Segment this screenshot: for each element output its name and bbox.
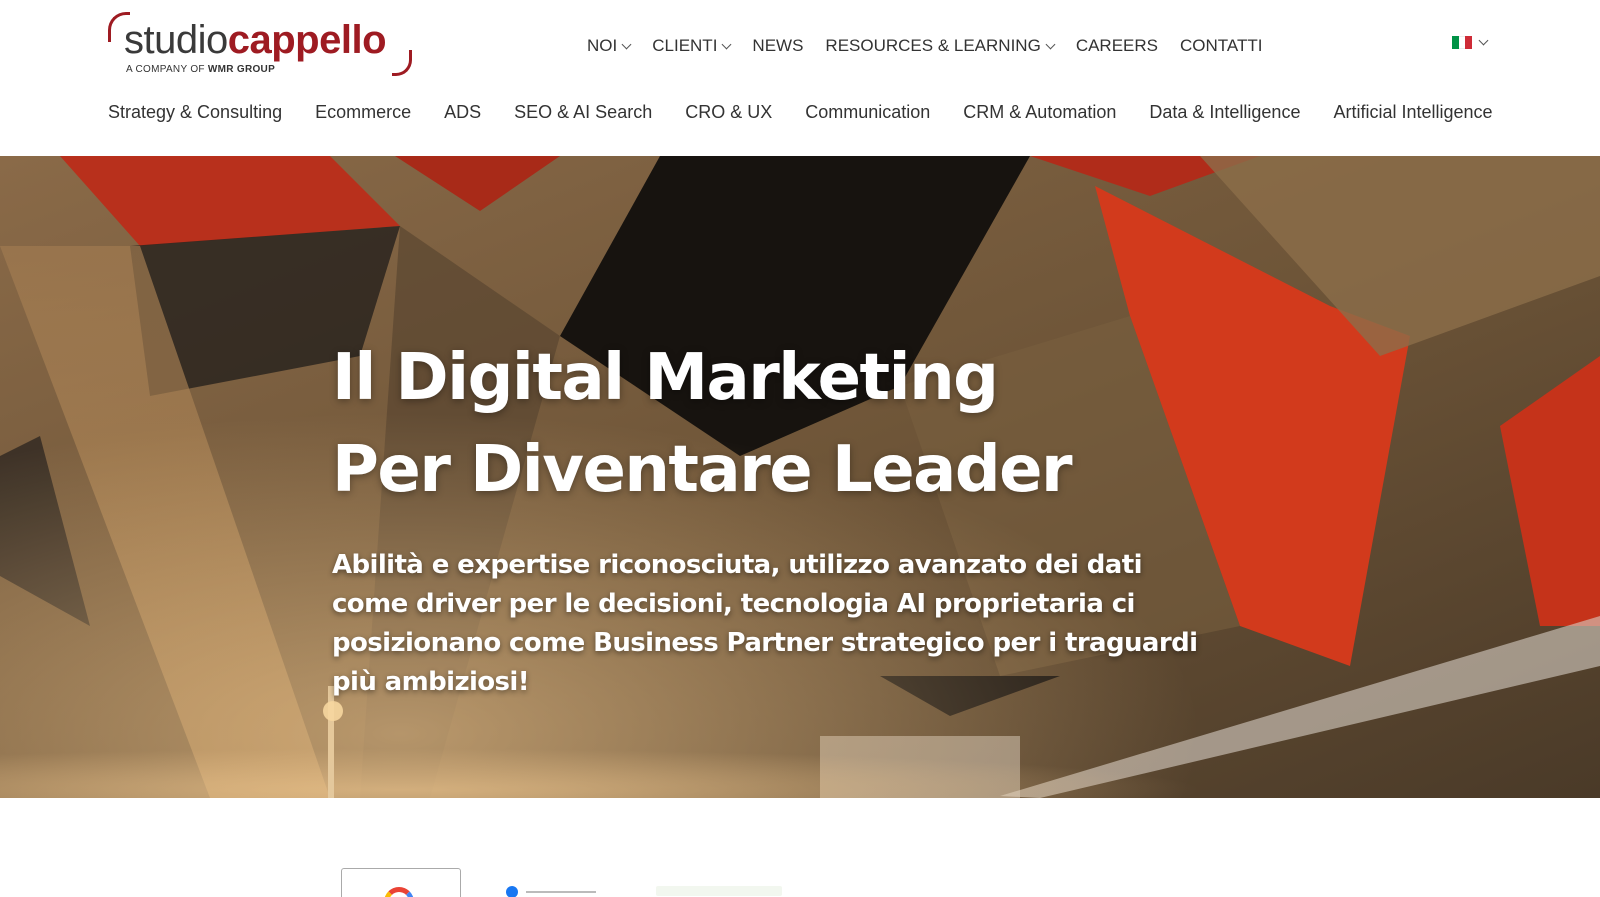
topnav-item-noi[interactable]: NOI [587, 34, 632, 58]
logo-tagline: A COMPANY OF WMR GROUP [126, 64, 275, 75]
subnav-item-communication[interactable]: Communication [805, 98, 930, 126]
meta-badge-text-line [526, 891, 596, 893]
partner-badge[interactable] [656, 886, 782, 896]
hero-title: Il Digital Marketing Per Diventare Leade… [332, 332, 1232, 516]
logo-arc-right [392, 50, 412, 76]
site-header: studiocappello A COMPANY OF WMR GROUP NO… [0, 0, 1600, 156]
hero-content: Il Digital Marketing Per Diventare Leade… [332, 332, 1232, 702]
subnav-item-ads[interactable]: ADS [444, 98, 481, 126]
subnav-item-data-intelligence[interactable]: Data & Intelligence [1149, 98, 1300, 126]
subnav-item-crm-automation[interactable]: CRM & Automation [963, 98, 1116, 126]
topnav-item-resources-learning[interactable]: RESOURCES & LEARNING [825, 34, 1056, 58]
subnav-item-cro-ux[interactable]: CRO & UX [685, 98, 772, 126]
italy-flag-icon [1452, 36, 1473, 49]
partner-badges [0, 798, 1600, 897]
meta-partner-badge[interactable] [506, 886, 616, 897]
logo[interactable]: studiocappello A COMPANY OF WMR GROUP [108, 12, 420, 76]
chevron-down-icon [1045, 39, 1056, 49]
hero-title-line1: Il Digital Marketing [332, 341, 999, 415]
chevron-down-icon [1478, 35, 1489, 46]
language-selector[interactable] [1452, 35, 1489, 49]
top-navigation: NOI CLIENTI NEWS RESOURCES & LEARNING CA… [587, 34, 1284, 58]
subnav-item-artificial-intelligence[interactable]: Artificial Intelligence [1333, 98, 1492, 126]
topnav-item-contatti[interactable]: CONTATTI [1180, 34, 1262, 58]
google-partner-badge[interactable] [341, 868, 461, 897]
hero-subtitle: Abilità e expertise riconosciuta, utiliz… [332, 550, 1198, 697]
topnav-label: CLIENTI [652, 36, 718, 55]
topnav-item-careers[interactable]: CAREERS [1076, 34, 1158, 58]
hero-banner: Il Digital Marketing Per Diventare Leade… [0, 156, 1600, 798]
subnav-item-strategy-consulting[interactable]: Strategy & Consulting [108, 98, 282, 126]
subnav-item-ecommerce[interactable]: Ecommerce [315, 98, 411, 126]
topnav-label: CAREERS [1075, 36, 1158, 55]
meta-logo-icon [506, 886, 518, 897]
services-navigation: Strategy & Consulting Ecommerce ADS SEO … [108, 98, 1493, 126]
topnav-label: NOI [587, 36, 618, 55]
google-logo-icon [384, 887, 414, 897]
hero-title-line2: Per Diventare Leader [332, 433, 1073, 507]
subnav-item-seo-ai-search[interactable]: SEO & AI Search [514, 98, 652, 126]
topnav-label: RESOURCES & LEARNING [825, 36, 1041, 55]
chevron-down-icon [721, 39, 732, 49]
topnav-item-clienti[interactable]: CLIENTI [652, 34, 732, 58]
logo-cappello: cappello [227, 18, 387, 62]
topnav-item-news[interactable]: NEWS [752, 34, 803, 58]
logo-tagline-prefix: A COMPANY OF [126, 64, 205, 75]
topnav-label: NEWS [752, 36, 804, 55]
logo-tagline-brand: WMR GROUP [207, 64, 276, 75]
logo-wordmark: studiocappello [124, 16, 387, 64]
topnav-label: CONTATTI [1180, 36, 1263, 55]
logo-studio: studio [124, 18, 228, 62]
chevron-down-icon [621, 39, 632, 49]
